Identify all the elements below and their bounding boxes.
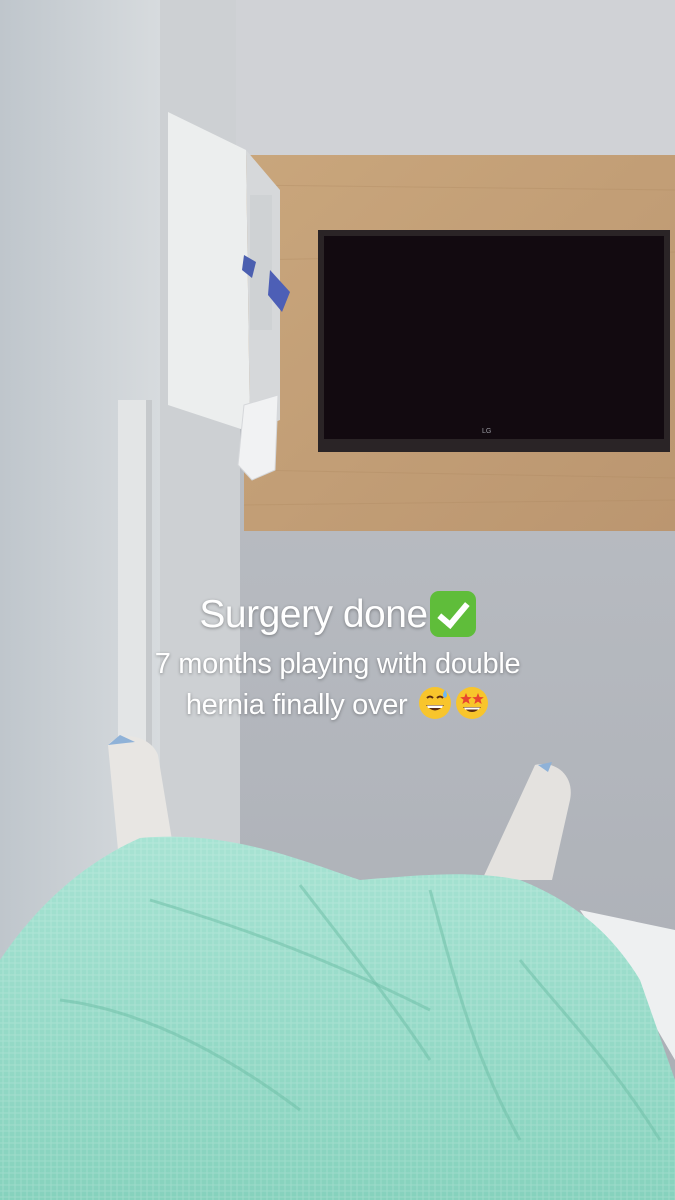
story-caption: Surgery done 7 months playing with doubl… [0, 586, 675, 726]
story-photo: LG Surgery done 7 months playing with do… [0, 0, 675, 1200]
caption-line-3-text: hernia finally over [185, 689, 408, 721]
white-heavy-check-mark-icon [429, 590, 476, 637]
grinning-face-with-sweat-icon [419, 687, 452, 720]
tv-brand-logo: LG [482, 428, 492, 435]
caption-line-3: hernia finally over [0, 685, 675, 726]
star-struck-face-icon [456, 687, 489, 720]
caption-line-1: Surgery done [0, 586, 675, 644]
caption-line-2: 7 months playing with double [154, 648, 521, 680]
caption-headline: Surgery done [199, 593, 428, 636]
